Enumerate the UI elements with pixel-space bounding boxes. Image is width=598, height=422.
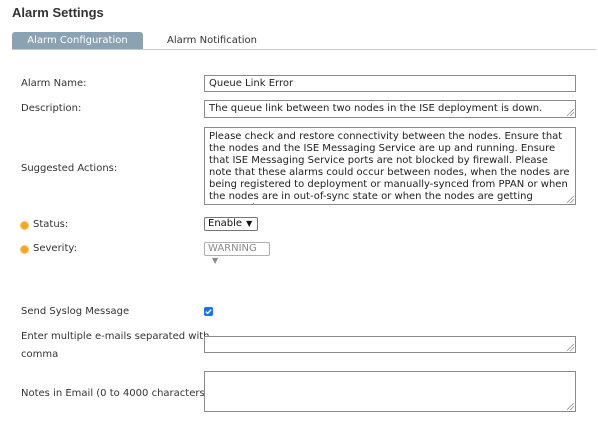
- emails-label-line2: comma: [21, 349, 59, 360]
- send-syslog-checkbox[interactable]: [204, 307, 213, 316]
- tab-divider: [12, 49, 596, 50]
- suggested-actions-label: Suggested Actions:: [21, 163, 118, 174]
- resize-grip-icon[interactable]: [567, 344, 574, 351]
- required-indicator-icon: [21, 222, 28, 229]
- emails-textarea[interactable]: [204, 336, 576, 353]
- notes-textarea[interactable]: [204, 371, 576, 412]
- notes-label: Notes in Email (0 to 4000 characters): [21, 388, 209, 399]
- checkmark-icon: [205, 309, 212, 315]
- chevron-down-icon: ▼: [212, 256, 219, 265]
- suggested-actions-text: Please check and restore connectivity be…: [209, 131, 570, 204]
- severity-select: WARNING ▼: [204, 242, 270, 265]
- resize-grip-icon[interactable]: [567, 109, 574, 116]
- status-select[interactable]: Enable ▼: [204, 217, 258, 231]
- description-label: Description:: [21, 103, 82, 114]
- tab-alarm-notification[interactable]: Alarm Notification: [162, 32, 262, 49]
- page-title: Alarm Settings: [12, 5, 104, 20]
- alarm-name-input[interactable]: Queue Link Error: [204, 75, 576, 92]
- severity-value: WARNING: [208, 243, 257, 254]
- description-textarea[interactable]: The queue link between two nodes in the …: [204, 100, 576, 118]
- resize-grip-icon[interactable]: [567, 403, 574, 410]
- chevron-down-icon: ▼: [246, 219, 253, 228]
- tab-bar: Alarm Configuration Alarm Notification: [12, 32, 596, 50]
- tab-alarm-configuration[interactable]: Alarm Configuration: [12, 32, 143, 49]
- resize-grip-icon[interactable]: [567, 196, 574, 203]
- send-syslog-label: Send Syslog Message: [21, 306, 130, 317]
- required-indicator-icon: [21, 246, 28, 253]
- status-value: Enable: [208, 218, 243, 229]
- suggested-actions-textarea[interactable]: Please check and restore connectivity be…: [204, 127, 576, 205]
- alarm-name-label: Alarm Name:: [21, 78, 87, 89]
- severity-label: Severity:: [33, 243, 77, 254]
- status-label: Status:: [33, 219, 69, 230]
- description-text: The queue link between two nodes in the …: [209, 103, 543, 114]
- emails-label-line1: Enter multiple e-mails separated with: [21, 331, 210, 342]
